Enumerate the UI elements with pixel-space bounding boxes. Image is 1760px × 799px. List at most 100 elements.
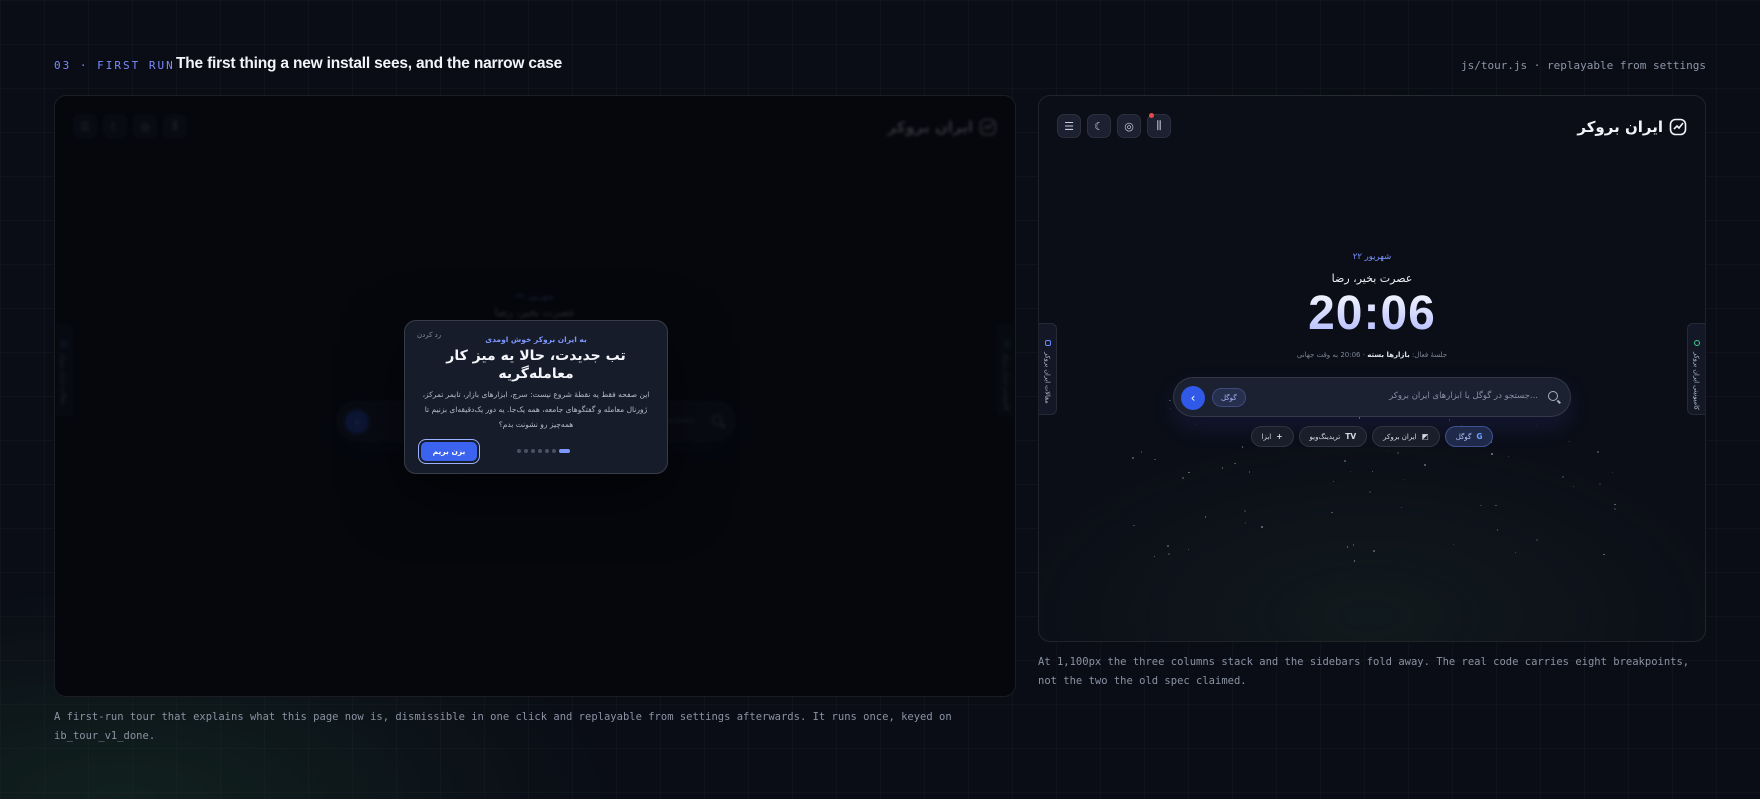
particle (1480, 504, 1482, 507)
market-session-label: جلسهٔ فعال: (1411, 351, 1448, 359)
particle (1182, 477, 1184, 479)
particle (1331, 511, 1333, 514)
quick-link-label: گوگل (1455, 432, 1472, 441)
tour-dot (545, 449, 549, 453)
particle (1349, 470, 1352, 473)
first-run-preview: ☰ ☾ ◎ ⫼ ایران بروکر مقالات ایران بروکر ک… (54, 95, 1016, 697)
search-bar[interactable]: ‹ گوگل جستجو در گوگل یا ابزارهای ایران ب… (1173, 377, 1571, 417)
narrow-layout-preview: ☰ ☾ ◎ ⫼ ایران بروکر مقالات ایران بروکر ک… (1038, 95, 1706, 642)
particle (1133, 524, 1135, 527)
quick-link-label: ایران بروکر (1383, 432, 1417, 441)
particle (1352, 544, 1355, 546)
compass-icon: ◎ (133, 114, 157, 138)
search-icon (1548, 391, 1558, 401)
particle (1496, 529, 1499, 531)
particle (1611, 471, 1614, 474)
particle (1369, 491, 1371, 493)
particle (1244, 522, 1247, 524)
particle (1373, 550, 1375, 552)
quick-links: گوگل G ایران بروکر ◩ تریدینگ‌ویو TV ابزا + (1039, 426, 1705, 447)
chat-icon (1003, 341, 1010, 347)
particle (1261, 526, 1263, 528)
particle (1346, 546, 1349, 548)
tradingview-icon: TV (1345, 432, 1357, 441)
moon-icon[interactable]: ☾ (1087, 114, 1111, 138)
quick-link-label: ابزا (1261, 432, 1272, 441)
tour-dialog: رد کردن به ایران بروکر خوش اومدی تب جدید… (404, 320, 668, 474)
search-submit-button[interactable]: ‹ (1181, 386, 1205, 410)
particle (1507, 455, 1510, 458)
community-sidebar-tab: کامیونیتی ایران بروکر (997, 324, 1015, 416)
equalizer-icon: ⫼ (163, 114, 187, 138)
tour-start-button[interactable]: بزن بریم (421, 442, 477, 461)
brand-mark-icon (1669, 118, 1687, 136)
search-engine-selector[interactable]: گوگل (1212, 388, 1246, 407)
tour-body: این صفحه فقط یه نقطهٔ شروع نیست: سرچ، اب… (422, 390, 650, 429)
file-reference: js/tour.js · replayable from settings (1460, 59, 1706, 72)
particle (1153, 555, 1156, 558)
particle (1424, 464, 1426, 466)
tour-dot (552, 449, 556, 453)
search-input[interactable]: جستجو در گوگل یا ابزارهای ایران بروکر... (1389, 391, 1538, 401)
brand-logo: ایران بروکر (887, 118, 997, 136)
particle (1614, 503, 1616, 506)
particle (1603, 553, 1605, 556)
brand-logo: ایران بروکر (1577, 118, 1687, 136)
particle (1204, 516, 1207, 518)
particle (1572, 485, 1575, 488)
market-status-value: بازارها بسته (1367, 351, 1410, 359)
quick-link-chip[interactable]: تریدینگ‌ویو TV (1298, 426, 1368, 447)
quick-link-label: تریدینگ‌ویو (1309, 432, 1341, 441)
brand-icon: ◩ (1421, 432, 1429, 441)
articles-sidebar-label: مقالات ایران بروکر (1043, 352, 1052, 404)
particle (1400, 506, 1403, 509)
section-eyebrow: 03 · FIRST RUN (54, 59, 175, 72)
right-caption: At 1,100px the three columns stack and t… (1038, 656, 1690, 687)
sliders-icon[interactable]: ☰ (1057, 114, 1081, 138)
toolbar: ☰ ☾ ◎ ⫼ (73, 114, 187, 138)
particle (1495, 504, 1497, 507)
google-icon: G (1476, 432, 1483, 441)
particle (1514, 551, 1517, 553)
date-label: ۲۲ شهریور (1352, 252, 1392, 262)
greeting: عصرت بخیر، رضا (1331, 272, 1413, 285)
particle (1371, 470, 1374, 473)
tour-kicker: به ایران بروکر خوش اومدی (485, 335, 587, 344)
particle (1397, 452, 1399, 454)
particle (1168, 553, 1170, 555)
sliders-icon: ☰ (73, 114, 97, 138)
particle (1491, 453, 1493, 455)
particle (1234, 462, 1236, 465)
section-title: The first thing a new install sees, and … (176, 55, 563, 72)
notification-dot (1149, 113, 1154, 118)
particle (1248, 471, 1251, 473)
tour-dot (524, 449, 528, 453)
quick-link-chip[interactable]: ایران بروکر ◩ (1372, 426, 1440, 447)
particle (1140, 451, 1143, 453)
tour-dot (538, 449, 542, 453)
date-label: ۲۲ شهریور (515, 292, 555, 302)
greeting: عصرت بخیر، رضا (494, 306, 576, 319)
particle (1452, 543, 1455, 546)
compass-icon[interactable]: ◎ (1117, 114, 1141, 138)
brand-mark-icon (979, 118, 997, 136)
toolbar: ☰ ☾ ◎ ⫼ (1057, 113, 1171, 138)
quick-link-chip[interactable]: گوگل G (1444, 426, 1494, 447)
particle-field (1039, 396, 1705, 566)
particle (1221, 467, 1224, 469)
particle (1387, 449, 1390, 452)
particle (1187, 548, 1190, 551)
tour-title: تب جدیدت، حالا یه میز کار معامله‌گریه (446, 348, 626, 382)
particle (1448, 419, 1451, 421)
brand-name: ایران بروکر (887, 118, 973, 136)
particle (1403, 478, 1406, 481)
particle (1154, 458, 1156, 461)
articles-sidebar-label: مقالات ایران بروکر (59, 353, 68, 405)
quick-link-chip[interactable]: ابزا + (1250, 426, 1294, 447)
particle (1358, 417, 1361, 419)
market-status: جلسهٔ فعال: بازارها بسته · 20:06 به وقت … (1039, 351, 1705, 359)
particle (1614, 508, 1616, 510)
tour-dot (517, 449, 521, 453)
equalizer-icon[interactable]: ⫼ (1147, 113, 1171, 138)
articles-sidebar-tab: مقالات ایران بروکر (55, 324, 73, 416)
